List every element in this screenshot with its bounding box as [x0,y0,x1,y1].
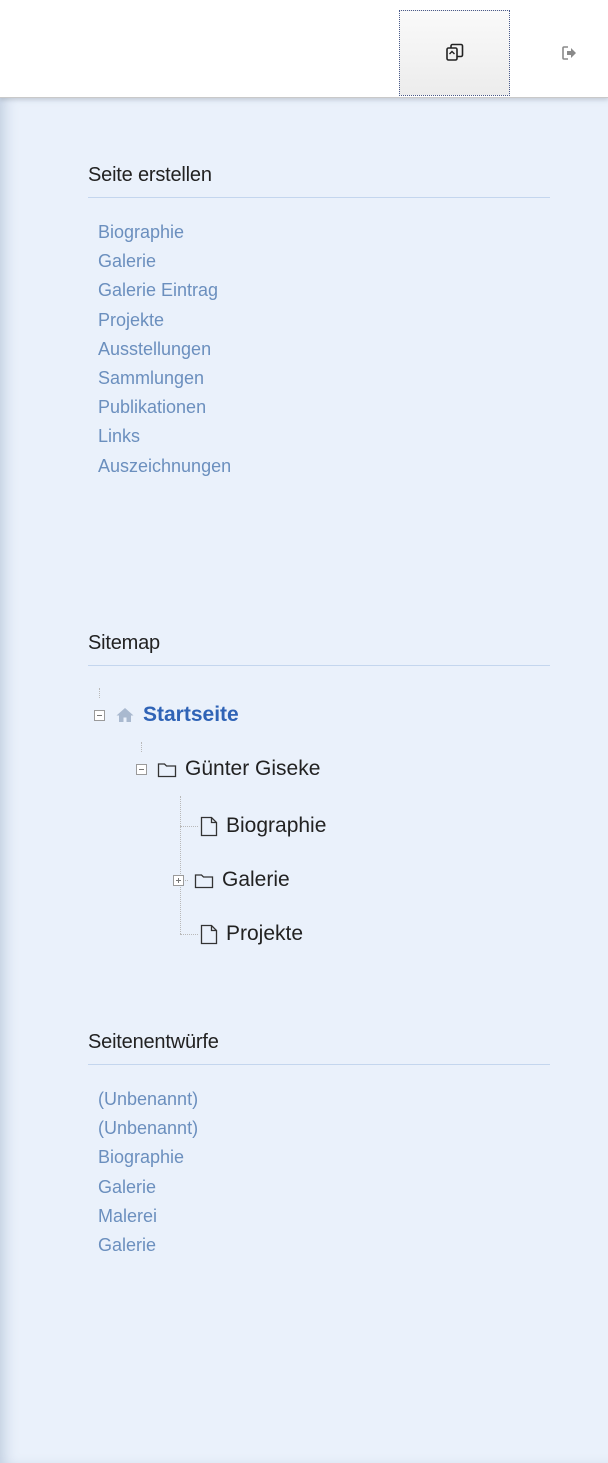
home-icon [116,708,134,722]
expand-toggle-icon[interactable] [173,874,184,886]
tree-node-folder: Galerie [173,864,290,896]
drafts-list: (Unbenannt) (Unbenannt) Biographie Galer… [98,1085,550,1260]
draft-link-galerie[interactable]: Galerie [98,1173,550,1202]
create-page-link-sammlungen[interactable]: Sammlungen [98,364,550,393]
draft-link-biographie[interactable]: Biographie [98,1143,550,1172]
create-page-section: Seite erstellen Biographie Galerie Galer… [88,164,550,481]
sidebar-panel: Seite erstellen Biographie Galerie Galer… [0,98,608,1463]
draft-link-galerie-2[interactable]: Galerie [98,1231,550,1260]
draft-link-unbenannt-2[interactable]: (Unbenannt) [98,1114,550,1143]
page-icon [200,816,218,836]
tree-label-folder[interactable]: Galerie [222,868,290,892]
drafts-section: Seitenentwürfe (Unbenannt) (Unbenannt) B… [88,1031,550,1260]
tree-label-page[interactable]: Biographie [226,814,326,838]
tree-connector [180,826,198,827]
logout-icon [562,46,576,60]
tree-connector [180,934,198,935]
create-page-title: Seite erstellen [88,164,550,198]
tree-label-root[interactable]: Startseite [143,703,239,727]
logout-button[interactable] [540,10,600,96]
collapse-toggle-icon[interactable] [136,763,147,775]
collapse-toggle-icon[interactable] [94,709,105,721]
tree-node-startseite: Startseite [94,700,239,730]
tree-label-page[interactable]: Projekte [226,922,303,946]
sitemap-title: Sitemap [88,632,550,666]
tree-connector [141,742,142,752]
folder-icon [194,873,214,888]
tree-connector [99,688,100,698]
create-page-link-auszeichnungen[interactable]: Auszeichnungen [98,452,550,481]
draft-link-malerei[interactable]: Malerei [98,1202,550,1231]
create-page-link-ausstellungen[interactable]: Ausstellungen [98,335,550,364]
copy-pages-button[interactable] [399,10,510,96]
tree-label-folder[interactable]: Günter Giseke [185,757,320,781]
sitemap-section: Sitemap [88,632,550,666]
create-page-list: Biographie Galerie Galerie Eintrag Proje… [98,218,550,481]
drafts-title: Seitenentwürfe [88,1031,550,1065]
create-page-link-publikationen[interactable]: Publikationen [98,393,550,422]
folder-icon [157,762,177,777]
create-page-link-links[interactable]: Links [98,422,550,451]
tree-node-page: Projekte [200,918,303,950]
create-page-link-biographie[interactable]: Biographie [98,218,550,247]
create-page-link-projekte[interactable]: Projekte [98,306,550,335]
create-page-link-galerie[interactable]: Galerie [98,247,550,276]
top-toolbar [0,0,608,98]
create-page-link-galerie-eintrag[interactable]: Galerie Eintrag [98,276,550,305]
page-icon [200,924,218,944]
tree-node-page: Biographie [200,810,326,842]
tree-node-folder: Günter Giseke [136,754,320,784]
draft-link-unbenannt-1[interactable]: (Unbenannt) [98,1085,550,1114]
copy-pages-icon [445,43,463,61]
